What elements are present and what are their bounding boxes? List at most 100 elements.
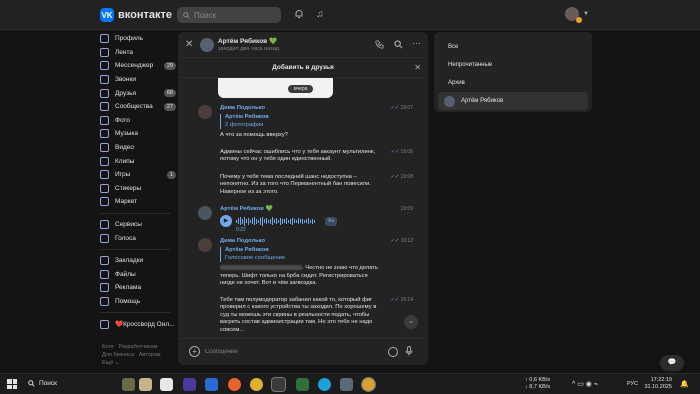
reply-quote[interactable]: Артём Рябиков 2 фотографии	[220, 114, 413, 130]
taskbar-app-active-icon[interactable]	[271, 377, 286, 392]
chevron-down-icon[interactable]: ▼	[583, 11, 589, 17]
taskbar-app-icon[interactable]	[139, 378, 152, 391]
taskbar-app-icon[interactable]	[340, 378, 353, 391]
chat-avatar[interactable]	[200, 38, 214, 52]
attach-plus-icon[interactable]: +	[189, 346, 200, 357]
nav-item-friends[interactable]: Друзья 68	[100, 86, 176, 100]
music-note-icon[interactable]: ♫	[314, 9, 326, 21]
add-friends-banner[interactable]: Добавить в друзья ✕	[178, 58, 428, 78]
profile-icon	[100, 34, 109, 44]
tray-icons[interactable]: ^ ▭ ◉ ⌁	[572, 380, 598, 388]
nav-item-feed[interactable]: Лента	[100, 46, 176, 60]
firefox-icon[interactable]	[228, 378, 241, 391]
message-author[interactable]: Дима Подолько	[220, 238, 383, 245]
notification-icon[interactable]: 🔔	[680, 380, 689, 388]
nav-item-crossword-app[interactable]: ❤️Кроссворд Онл...	[100, 317, 176, 331]
windows-start-icon[interactable]	[7, 379, 17, 389]
file-icon	[100, 269, 109, 279]
message-item[interactable]: ✓✓ 19:08 Почему у тебя тема последний ша…	[198, 174, 413, 196]
waveform[interactable]	[236, 216, 315, 226]
nav-item-music[interactable]: Музыка	[100, 127, 176, 141]
net-up: 0,6 KB/s	[529, 377, 551, 383]
taskbar-app-icon[interactable]	[296, 378, 309, 391]
emoji-icon[interactable]	[388, 347, 398, 357]
calculator-icon[interactable]	[160, 378, 173, 391]
more-options-icon[interactable]: ⋯	[412, 38, 421, 49]
vk-logo[interactable]: VK вконтакте	[100, 8, 172, 22]
stickers-icon	[100, 183, 109, 193]
previous-attachment-card[interactable]	[218, 78, 333, 98]
language-indicator[interactable]: РУС	[627, 381, 638, 387]
chat-header: ✕ Артём Рябиков 💚 заходил два часа назад…	[178, 32, 428, 58]
nav-item-calls[interactable]: Звонки	[100, 73, 176, 87]
message-input[interactable]	[205, 346, 365, 358]
message-item[interactable]: ✓✓ 19:07 Дима Подолько Артём Рябиков 2 ф…	[198, 105, 413, 140]
nav-item-communities[interactable]: Сообщества 27	[100, 100, 176, 114]
play-icon[interactable]: ▶	[220, 215, 232, 228]
taskbar-search[interactable]: Поиск	[28, 380, 57, 387]
nav-label: Клипы	[115, 157, 135, 165]
taskbar-app-icon[interactable]	[205, 378, 218, 391]
scroll-down-button[interactable]: ⌄	[404, 315, 418, 329]
message-item[interactable]: ✓✓ 19:08 Админы сейчас ошиблись что у те…	[198, 149, 413, 164]
nav-label: Фото	[115, 116, 130, 124]
nav-item-profile[interactable]: Профиль	[100, 32, 176, 46]
nav-item-services[interactable]: Сервисы	[100, 218, 176, 232]
footer-link-authors[interactable]: Авторам	[139, 352, 161, 358]
edge-icon[interactable]	[318, 378, 331, 391]
nav-item-clips[interactable]: Клипы	[100, 154, 176, 168]
nav-item-files[interactable]: Файлы	[100, 268, 176, 282]
nav-item-ads[interactable]: Реклама	[100, 281, 176, 295]
nav-divider	[100, 248, 170, 250]
nav-item-photos[interactable]: Фото	[100, 114, 176, 128]
transcribe-button[interactable]: Аа	[325, 216, 338, 227]
nav-item-video[interactable]: Видео	[100, 141, 176, 155]
footer-link-business[interactable]: Для бизнеса	[102, 352, 134, 358]
nav-item-stickers[interactable]: Стикеры	[100, 182, 176, 196]
filter-active-chat[interactable]: Артём Рябиков	[438, 92, 588, 110]
search-icon[interactable]	[394, 40, 403, 51]
nav-item-votes[interactable]: Голоса	[100, 231, 176, 245]
footer-link-developers[interactable]: Разработчикам	[118, 344, 157, 350]
clock[interactable]: 17:22:19 31.10.2025	[644, 377, 672, 391]
chat-contact-name[interactable]: Артём Рябиков 💚	[218, 37, 277, 45]
message-time: ✓✓ 19:08	[391, 149, 413, 155]
phone-call-icon[interactable]	[375, 40, 384, 51]
filter-all[interactable]: Все	[438, 38, 588, 56]
avatar[interactable]	[198, 238, 212, 252]
filter-unread[interactable]: Непрочитанные	[438, 56, 588, 74]
footer-link-blog[interactable]: Блог	[102, 344, 114, 350]
reply-quote[interactable]: Артём Рябиков Голосовое сообщение	[220, 247, 383, 263]
avatar[interactable]	[198, 105, 212, 119]
communities-count-badge: 27	[163, 102, 176, 111]
chrome-active-icon[interactable]	[361, 377, 376, 392]
chrome-icon[interactable]	[250, 378, 263, 391]
message-author[interactable]: Дима Подолько	[220, 105, 413, 112]
nav-item-messenger[interactable]: Мессенджер 29	[100, 59, 176, 73]
chat-bubble-button[interactable]: 💬	[660, 355, 684, 371]
nav-item-bookmarks[interactable]: Закладки	[100, 254, 176, 268]
user-avatar[interactable]	[565, 7, 582, 23]
nav-item-help[interactable]: Помощь	[100, 295, 176, 309]
message-item[interactable]: 19:09 Артём Рябиков 💚 ▶ Аа 0:22	[198, 206, 413, 235]
filter-archive[interactable]: Архив	[438, 74, 588, 92]
nav-item-games[interactable]: Игры 1	[100, 168, 176, 182]
message-item[interactable]: ✓✓ 19:14 Тебе там полумодератор забанил …	[198, 297, 413, 334]
message-text: Админы сейчас ошиблись что у тебя аккаун…	[220, 149, 376, 163]
avatar[interactable]	[198, 206, 212, 220]
footer-link-more[interactable]: Ещё ⌄	[102, 360, 119, 366]
close-icon[interactable]: ✕	[185, 39, 193, 50]
bell-icon[interactable]	[293, 9, 305, 21]
search-placeholder: Поиск	[194, 10, 217, 20]
search-input[interactable]: Поиск	[177, 7, 281, 23]
nav-label: Файлы	[115, 270, 136, 278]
close-icon[interactable]: ✕	[414, 58, 421, 78]
nav-label: Помощь	[115, 297, 141, 305]
voice-message: ▶ Аа	[220, 215, 413, 228]
microphone-icon[interactable]	[405, 346, 413, 358]
message-item[interactable]: ✓✓ 19:12 Дима Подолько Артём Рябиков Гол…	[198, 238, 413, 287]
message-author[interactable]: Артём Рябиков 💚	[220, 206, 413, 213]
nav-item-market[interactable]: Маркет	[100, 195, 176, 209]
taskbar-app-icon[interactable]	[122, 378, 135, 391]
taskbar-app-icon[interactable]	[183, 378, 196, 391]
